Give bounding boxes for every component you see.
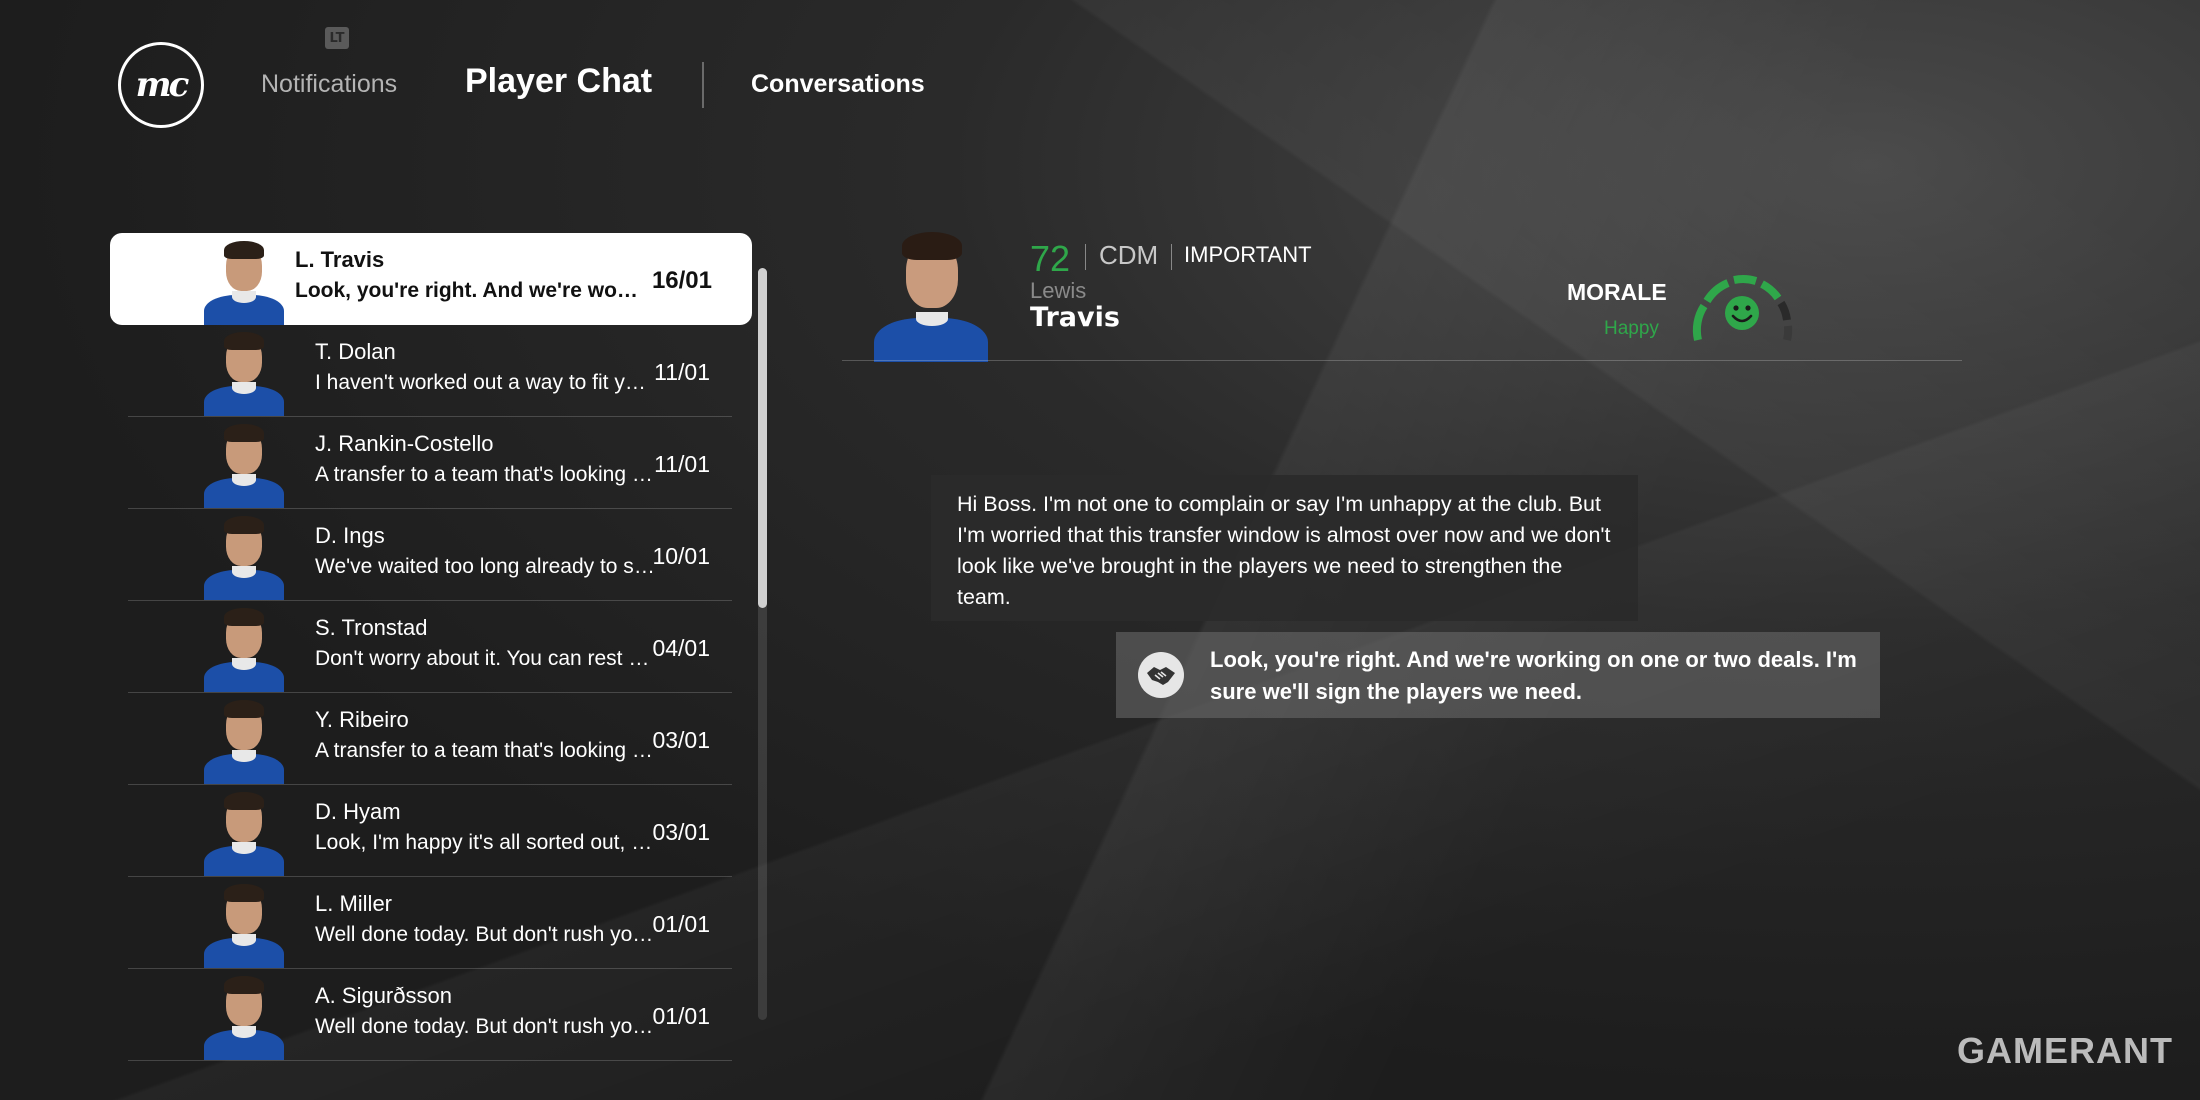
scrollbar-thumb[interactable]	[758, 268, 767, 608]
conversation-item[interactable]: L. Travis Look, you're right. And we're w…	[110, 233, 752, 325]
player-avatar	[198, 882, 290, 968]
conversation-preview: Don't worry about it. You can rest easy.	[315, 647, 657, 670]
conversation-date: 16/01	[651, 267, 712, 294]
conversation-item[interactable]: A. Sigurðsson Well done today. But don't …	[128, 969, 732, 1061]
conversation-scrollbar[interactable]	[758, 268, 767, 1020]
conversation-date: 04/01	[652, 635, 710, 661]
player-avatar	[198, 422, 290, 508]
conversation-date: 01/01	[652, 1003, 710, 1029]
conversation-preview: A transfer to a team that's looking for …	[315, 463, 657, 486]
mc-logo: mc	[118, 42, 204, 128]
conversation-preview: Look, I'm happy it's all sorted out, now…	[315, 831, 657, 854]
player-avatar	[198, 330, 290, 416]
player-importance: IMPORTANT	[1184, 242, 1312, 267]
player-first-name: Lewis	[1030, 278, 1087, 303]
player-rating: 72	[1030, 238, 1071, 279]
player-avatar	[198, 606, 290, 692]
app-root: mc LT Notifications Player Chat Conversa…	[0, 0, 2200, 1100]
conversation-item[interactable]: T. Dolan I haven't worked out a way to fi…	[128, 325, 732, 417]
player-avatar	[198, 698, 290, 784]
handshake-icon	[1138, 652, 1184, 698]
conversation-date: 01/01	[652, 911, 710, 937]
player-avatar	[198, 239, 290, 325]
conversation-preview: A transfer to a team that's looking for …	[315, 739, 657, 762]
conversation-preview: Look, you're right. And we're working on…	[295, 279, 640, 302]
reply-text: Look, you're right. And we're working on…	[1210, 647, 1857, 704]
conversation-item[interactable]: L. Miller Well done today. But don't rush…	[128, 877, 732, 969]
player-avatar	[198, 974, 290, 1060]
conversation-item[interactable]: D. Ings We've waited too long already to …	[128, 509, 732, 601]
conversation-item[interactable]: Y. Ribeiro A transfer to a team that's lo…	[128, 693, 732, 785]
conversation-preview: Well done today. But don't rush your rec…	[315, 1015, 657, 1038]
nav-divider	[702, 62, 704, 108]
conversation-date: 11/01	[654, 451, 710, 477]
rating-separator	[1085, 244, 1086, 270]
conversation-list: L. Travis Look, you're right. And we're w…	[110, 233, 752, 1061]
position-separator	[1171, 244, 1172, 270]
conversation-date: 10/01	[652, 543, 710, 569]
morale-gauge-icon	[1692, 275, 1793, 341]
player-avatar	[198, 790, 290, 876]
manager-reply-bubble[interactable]: Look, you're right. And we're working on…	[1116, 632, 1880, 718]
player-last-name: Travis	[1030, 302, 1120, 333]
tab-player-chat[interactable]: Player Chat	[465, 62, 652, 101]
gamerant-watermark: GAMERANT	[1957, 1030, 2173, 1071]
tab-conversations[interactable]: Conversations	[751, 70, 925, 99]
tab-notifications[interactable]: Notifications	[261, 70, 397, 99]
conversation-date: 03/01	[652, 819, 710, 845]
lt-badge-icon: LT	[325, 27, 349, 49]
morale-status: Happy	[1604, 318, 1659, 339]
player-position: CDM	[1099, 240, 1159, 270]
conversation-item[interactable]: S. Tronstad Don't worry about it. You can…	[128, 601, 732, 693]
conversation-preview: I haven't worked out a way to fit you in…	[315, 371, 657, 394]
player-header-divider	[842, 360, 1962, 361]
conversation-preview: Well done today. But don't rush your rec…	[315, 923, 657, 946]
player-avatar	[198, 514, 290, 600]
conversation-item[interactable]: J. Rankin-Costello A transfer to a team t…	[128, 417, 732, 509]
conversation-item[interactable]: D. Hyam Look, I'm happy it's all sorted o…	[128, 785, 732, 877]
conversation-date: 11/01	[654, 359, 710, 385]
conversation-preview: We've waited too long already to sort th…	[315, 555, 657, 578]
morale-label: MORALE	[1567, 279, 1667, 305]
player-portrait	[868, 226, 994, 362]
conversation-date: 03/01	[652, 727, 710, 753]
player-message-bubble: Hi Boss. I'm not one to complain or say …	[931, 475, 1638, 621]
